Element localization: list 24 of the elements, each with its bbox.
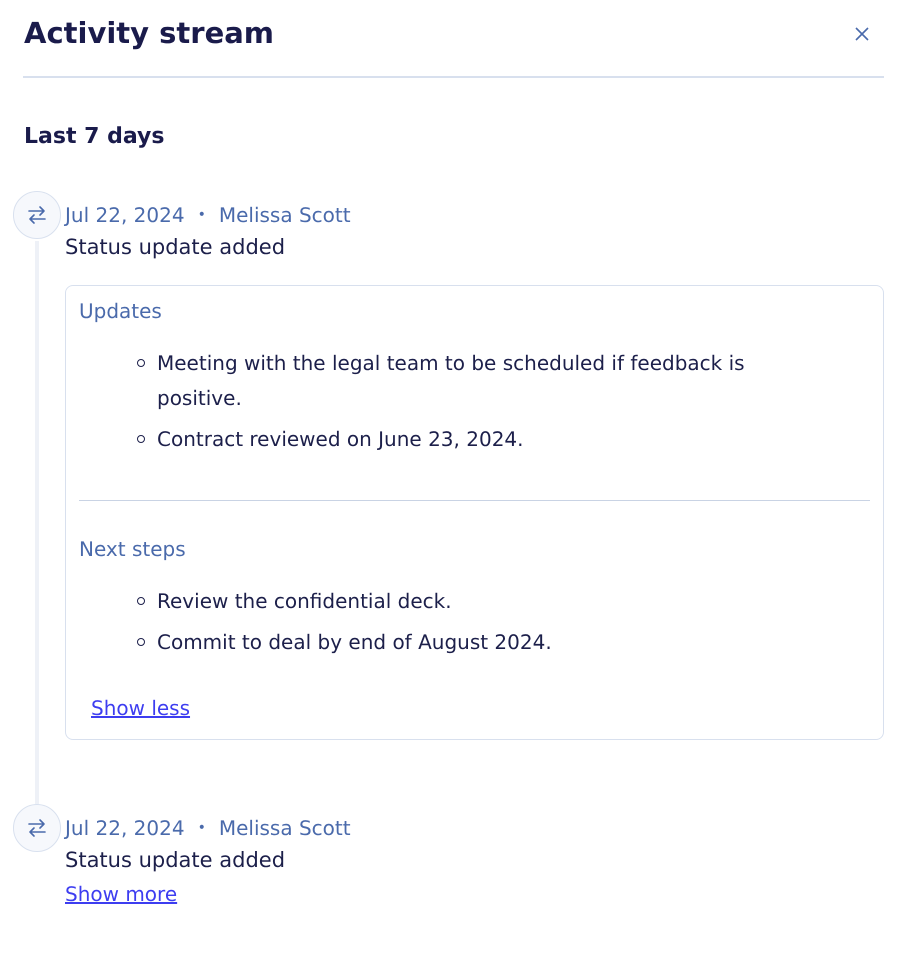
timestamp: Jul 22, 2024 [65,202,185,229]
author-name: Melissa Scott [218,815,351,842]
activity-description: Status update added [65,847,286,874]
bullet-icon [137,597,145,605]
close-icon [855,27,869,41]
section-heading: Last 7 days [24,123,166,151]
bullet-icon [137,638,145,646]
bullet-icon [137,359,145,367]
bullet-text: Contract reviewed on June 23, 2024. [157,426,524,453]
author-name: Melissa Scott [218,202,351,229]
toggle-link[interactable]: Show more [65,879,178,909]
swap-arrows-icon [13,191,61,239]
bullet-icon [137,435,145,443]
bullet-text: Meeting with the legal team to be scheduled if feedback is positive. [157,350,746,412]
separator-dot: • [198,206,206,224]
separator-dot: • [198,818,206,838]
bullet-text: Commit to deal by end of August 2024. [157,629,553,656]
panel-title: Activity stream [24,15,274,52]
timestamp: Jul 22, 2024 [65,815,185,842]
toggle-link[interactable]: Show less [91,693,190,723]
details-heading: Next steps [79,536,187,562]
details-heading: Updates [79,298,163,324]
activity-description: Status update added [65,234,286,261]
bullet-text: Review the confidential deck. [157,588,453,615]
